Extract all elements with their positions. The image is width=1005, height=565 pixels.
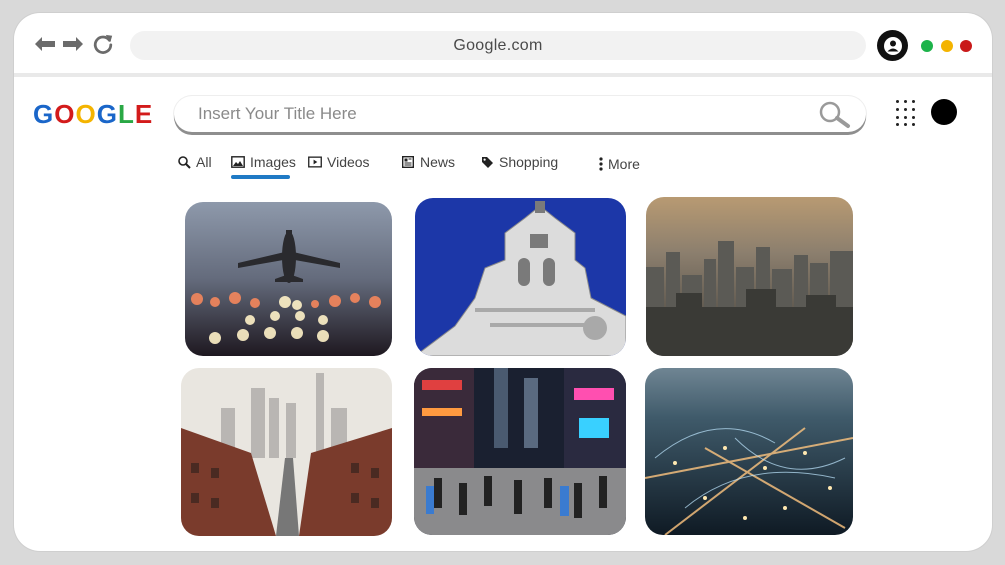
- forward-icon[interactable]: [62, 33, 84, 55]
- user-icon: [883, 36, 902, 55]
- logo-letter: O: [75, 99, 97, 129]
- tab-label: Shopping: [499, 154, 559, 170]
- window-control-red[interactable]: [960, 40, 972, 52]
- image-result-street[interactable]: [181, 368, 392, 536]
- tab-label: News: [420, 154, 456, 170]
- logo-letter: L: [117, 99, 135, 129]
- logo-letter: O: [54, 99, 76, 129]
- tab-label: All: [196, 154, 212, 170]
- google-logo[interactable]: G O O G L E: [33, 99, 153, 130]
- search-icon: [177, 155, 191, 169]
- tab-more[interactable]: More: [598, 156, 640, 172]
- address-text: Google.com: [453, 36, 543, 54]
- image-result-night-network[interactable]: [645, 368, 853, 535]
- tab-shopping[interactable]: Shopping: [480, 154, 558, 170]
- reload-icon[interactable]: [92, 33, 114, 55]
- search-input[interactable]: Insert Your Title Here: [174, 96, 866, 132]
- tab-videos[interactable]: Videos: [308, 154, 370, 170]
- window-control-green[interactable]: [921, 40, 933, 52]
- back-icon[interactable]: [34, 33, 56, 55]
- apps-grid-icon[interactable]: [895, 99, 921, 126]
- window-control-yellow[interactable]: [941, 40, 953, 52]
- image-result-tower[interactable]: [415, 198, 626, 356]
- news-icon: [401, 155, 415, 169]
- image-result-airplane[interactable]: [185, 202, 392, 356]
- tab-label: More: [608, 156, 640, 172]
- image-result-skyline[interactable]: [646, 197, 853, 356]
- logo-letter: E: [134, 99, 154, 129]
- toolbar-divider: [14, 73, 992, 77]
- logo-letter: G: [33, 99, 55, 129]
- browser-window: Google.com G O O G L E Insert Your Title…: [14, 13, 992, 551]
- search-icon[interactable]: [818, 101, 852, 134]
- profile-button[interactable]: [877, 30, 908, 61]
- account-avatar[interactable]: [931, 99, 957, 125]
- tab-label: Videos: [327, 154, 370, 170]
- video-icon: [308, 155, 322, 169]
- tab-images[interactable]: Images: [231, 154, 296, 170]
- tab-all[interactable]: All: [177, 154, 212, 170]
- browser-toolbar: Google.com: [14, 13, 992, 75]
- active-tab-indicator: [231, 175, 290, 179]
- address-bar[interactable]: Google.com: [130, 31, 866, 60]
- tab-news[interactable]: News: [401, 154, 455, 170]
- image-result-neon-street[interactable]: [414, 368, 626, 535]
- tag-icon: [480, 155, 494, 169]
- search-placeholder: Insert Your Title Here: [198, 104, 357, 123]
- more-vertical-icon: [598, 157, 603, 171]
- logo-letter: G: [96, 99, 118, 129]
- image-icon: [231, 155, 245, 169]
- tab-label: Images: [250, 154, 296, 170]
